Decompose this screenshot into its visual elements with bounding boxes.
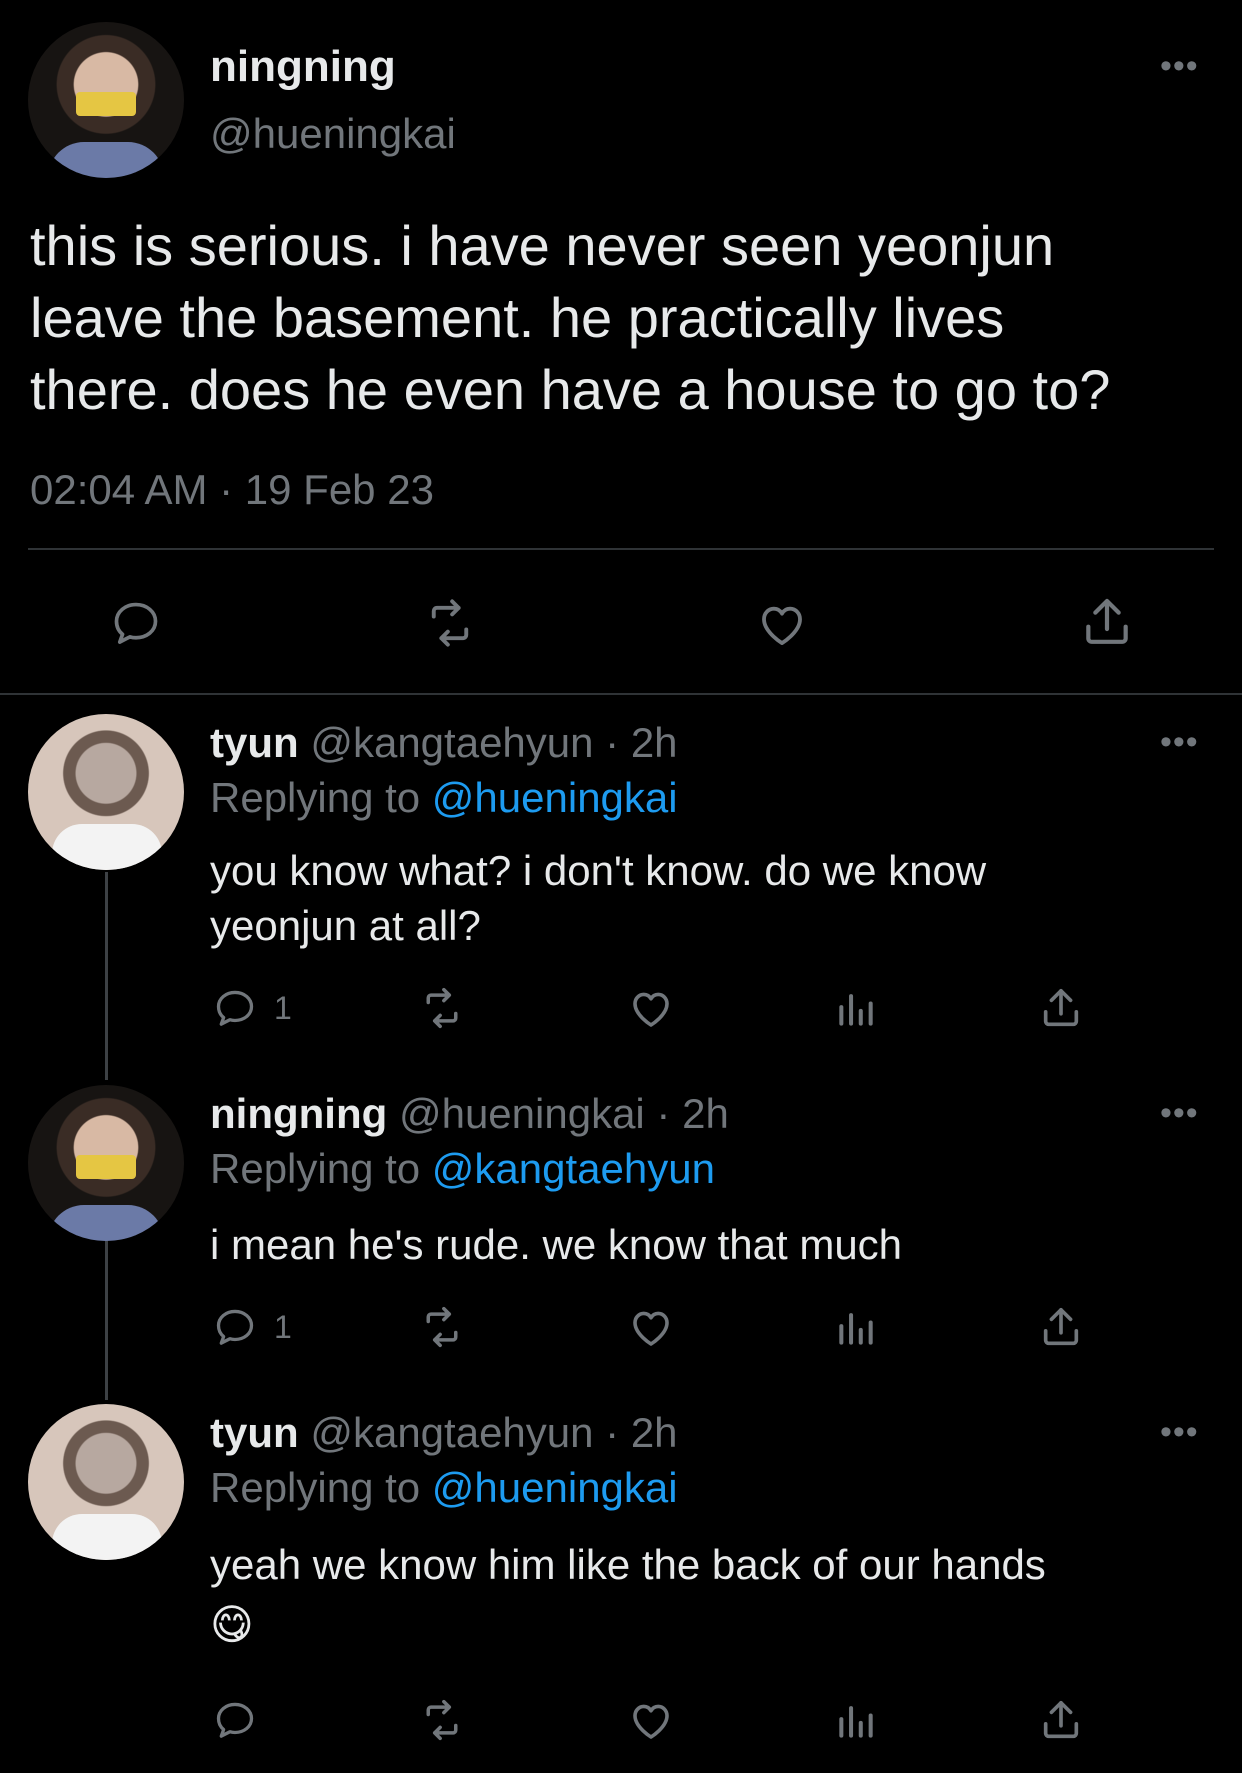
share-icon[interactable] [1078, 594, 1136, 650]
tweet-text: i mean he's rude. we know that much [210, 1221, 903, 1268]
reply-icon[interactable] [212, 1698, 258, 1742]
heart-icon[interactable] [752, 597, 812, 651]
tweet-header: ningning @hueningkai · 2h [210, 1090, 729, 1138]
more-icon[interactable]: ••• [1160, 1096, 1200, 1130]
mention-link[interactable]: @hueningkai [432, 774, 678, 821]
retweet-icon[interactable] [416, 1305, 468, 1349]
avatar[interactable] [28, 22, 184, 178]
heart-icon[interactable] [625, 1303, 677, 1351]
emoji: 😋 [210, 1601, 254, 1648]
divider [28, 548, 1214, 550]
handle-and-time[interactable]: @kangtaehyun · 2h [310, 1409, 677, 1456]
divider [0, 693, 1242, 695]
mention-link[interactable]: @hueningkai [432, 1464, 678, 1511]
tweet-header: tyun @kangtaehyun · 2h [210, 719, 678, 767]
thread-line [105, 872, 108, 1080]
replying-to: Replying to @hueningkai [210, 1464, 678, 1511]
heart-icon[interactable] [625, 984, 677, 1032]
display-name[interactable]: ningning [210, 42, 396, 92]
share-icon[interactable] [1038, 1696, 1084, 1744]
replying-to: Replying to @hueningkai [210, 774, 678, 821]
retweet-icon[interactable] [416, 986, 468, 1030]
share-icon[interactable] [1038, 984, 1084, 1032]
handle-and-time[interactable]: @hueningkai · 2h [399, 1090, 729, 1137]
avatar[interactable] [28, 1085, 184, 1241]
retweet-icon[interactable] [420, 597, 480, 649]
views-icon[interactable] [834, 1305, 878, 1351]
thread-line [105, 1240, 108, 1400]
more-icon[interactable]: ••• [1160, 725, 1200, 759]
display-name[interactable]: tyun [210, 1409, 299, 1456]
reply-count: 1 [274, 1309, 292, 1345]
reply-icon[interactable] [212, 1305, 258, 1349]
avatar[interactable] [28, 714, 184, 870]
reply-icon[interactable] [108, 597, 164, 649]
tweet-text: yeah we know him like the back of our ha… [210, 1535, 1046, 1655]
mention-link[interactable]: @kangtaehyun [432, 1145, 715, 1192]
handle-and-time[interactable]: @kangtaehyun · 2h [310, 719, 677, 766]
retweet-icon[interactable] [416, 1698, 468, 1742]
share-icon[interactable] [1038, 1303, 1084, 1351]
tweet-text: this is serious. i have never seen yeonj… [30, 214, 1111, 421]
more-icon[interactable]: ••• [1160, 1415, 1200, 1449]
timestamp[interactable]: 02:04 AM · 19 Feb 23 [30, 466, 434, 514]
tweet-header: tyun @kangtaehyun · 2h [210, 1409, 678, 1457]
tweet-text: you know what? i don't know. do we know … [210, 847, 987, 949]
avatar[interactable] [28, 1404, 184, 1560]
reply-count: 1 [274, 990, 292, 1026]
heart-icon[interactable] [625, 1696, 677, 1744]
replying-to: Replying to @kangtaehyun [210, 1145, 715, 1192]
handle[interactable]: @hueningkai [210, 110, 456, 158]
views-icon[interactable] [834, 986, 878, 1032]
reply-icon[interactable] [212, 986, 258, 1030]
views-icon[interactable] [834, 1698, 878, 1744]
more-icon[interactable]: ••• [1160, 49, 1200, 83]
display-name[interactable]: ningning [210, 1090, 387, 1137]
display-name[interactable]: tyun [210, 719, 299, 766]
